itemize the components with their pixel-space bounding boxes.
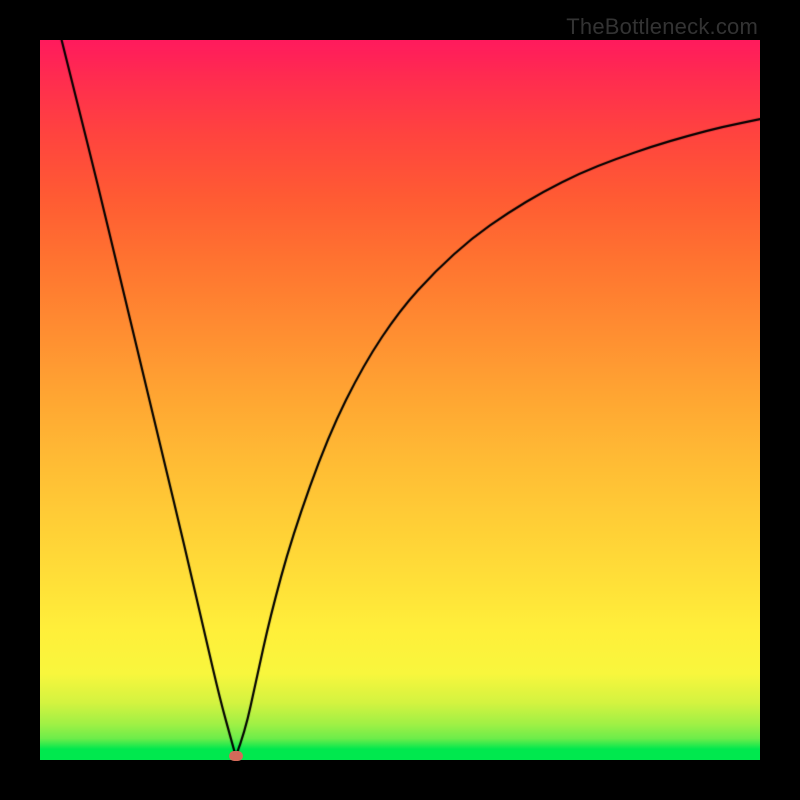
plot-background — [40, 40, 760, 760]
watermark-text: TheBottleneck.com — [566, 14, 758, 40]
chart-frame: TheBottleneck.com — [0, 0, 800, 800]
minimum-marker — [229, 751, 243, 761]
